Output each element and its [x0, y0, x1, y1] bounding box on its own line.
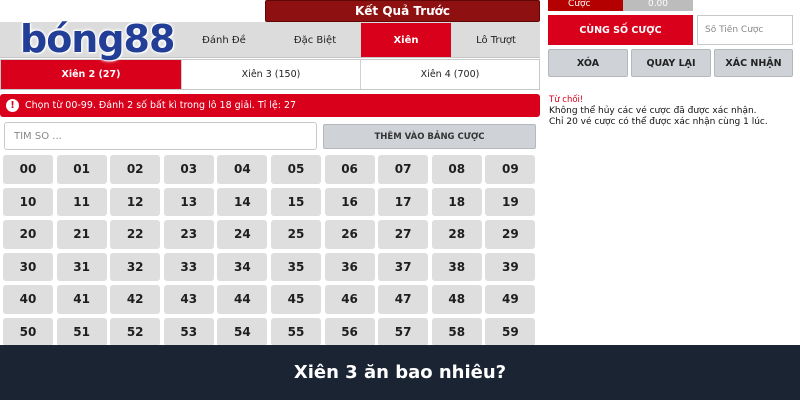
- number-cell[interactable]: 58: [431, 317, 482, 346]
- number-cell[interactable]: 16: [324, 187, 375, 216]
- number-grid: 00 01 02 03 04 05 06 07 08 09 10 11 12 13 14 15 16 17 18 19…: [3, 155, 537, 346]
- info-icon: !: [6, 99, 19, 112]
- number-cell[interactable]: 52: [110, 317, 161, 346]
- number-cell[interactable]: 49: [485, 285, 536, 314]
- number-cell[interactable]: 56: [324, 317, 375, 346]
- tab-xien-2[interactable]: Xiên 2 (27): [1, 60, 181, 89]
- number-cell[interactable]: 27: [378, 220, 429, 249]
- rule-info-bar: ! Chọn từ 00-99. Đánh 2 số bất kì trong …: [0, 94, 540, 117]
- number-cell[interactable]: 53: [163, 317, 214, 346]
- reject-title: Từ chối!: [549, 95, 584, 105]
- number-cell[interactable]: 31: [56, 252, 107, 281]
- confirm-button[interactable]: XÁC NHẬN: [714, 49, 793, 77]
- number-cell[interactable]: 10: [3, 187, 53, 216]
- number-cell[interactable]: 40: [3, 285, 53, 314]
- number-cell[interactable]: 48: [431, 285, 482, 314]
- number-cell[interactable]: 08: [431, 155, 482, 184]
- tab-lo-truot[interactable]: Lô Trượt: [452, 23, 540, 57]
- number-cell[interactable]: 55: [270, 317, 321, 346]
- number-cell[interactable]: 01: [56, 155, 107, 184]
- number-cell[interactable]: 28: [431, 220, 482, 249]
- number-cell[interactable]: 46: [324, 285, 375, 314]
- caption-banner: Xiên 3 ăn bao nhiêu?: [0, 345, 800, 400]
- number-cell[interactable]: 47: [378, 285, 429, 314]
- number-cell[interactable]: 07: [378, 155, 429, 184]
- tab-xien-4[interactable]: Xiên 4 (700): [360, 60, 539, 89]
- number-cell[interactable]: 45: [270, 285, 321, 314]
- number-cell[interactable]: 59: [485, 317, 536, 346]
- search-number-input[interactable]: [4, 122, 317, 150]
- bet-panel: Kết Quả Trước bóng88 Đánh Đề Đặc Biệt Xi…: [0, 0, 540, 346]
- number-cell[interactable]: 26: [324, 220, 375, 249]
- number-cell[interactable]: 41: [56, 285, 107, 314]
- number-cell[interactable]: 19: [485, 187, 536, 216]
- number-cell[interactable]: 35: [270, 252, 321, 281]
- previous-results-button[interactable]: Kết Quả Trước: [265, 0, 540, 22]
- number-cell[interactable]: 51: [56, 317, 107, 346]
- number-cell[interactable]: 15: [270, 187, 321, 216]
- number-cell[interactable]: 30: [3, 252, 53, 281]
- number-cell[interactable]: 11: [56, 187, 107, 216]
- number-cell[interactable]: 14: [217, 187, 268, 216]
- number-cell[interactable]: 24: [217, 220, 268, 249]
- number-cell[interactable]: 50: [3, 317, 53, 346]
- number-cell[interactable]: 18: [431, 187, 482, 216]
- tab-danh-de[interactable]: Đánh Đề: [180, 23, 268, 57]
- number-cell[interactable]: 36: [324, 252, 375, 281]
- bet-amount-input[interactable]: [697, 15, 793, 45]
- number-cell[interactable]: 54: [217, 317, 268, 346]
- tab-xien-3[interactable]: Xiên 3 (150): [181, 60, 360, 89]
- number-cell[interactable]: 38: [431, 252, 482, 281]
- number-cell[interactable]: 33: [163, 252, 214, 281]
- number-cell[interactable]: 44: [217, 285, 268, 314]
- delete-button[interactable]: XÓA: [548, 49, 628, 77]
- number-cell[interactable]: 00: [3, 155, 53, 184]
- reject-line-1: Không thể hủy các vé cược đã được xác nh…: [549, 106, 757, 116]
- number-cell[interactable]: 03: [163, 155, 214, 184]
- reject-line-2: Chỉ 20 vé cược có thể được xác nhận cùng…: [549, 117, 768, 127]
- caption-text: Xiên 3 ăn bao nhiêu?: [293, 362, 507, 383]
- bet-total-partial: 0.00: [623, 0, 693, 11]
- number-cell[interactable]: 43: [163, 285, 214, 314]
- back-button[interactable]: QUAY LẠI: [631, 49, 711, 77]
- same-bet-amount-button[interactable]: CÙNG SỐ CƯỢC: [548, 15, 693, 45]
- tab-dac-biet[interactable]: Đặc Biệt: [270, 23, 360, 57]
- number-cell[interactable]: 09: [485, 155, 536, 184]
- number-cell[interactable]: 05: [270, 155, 321, 184]
- tab-xien[interactable]: Xiên: [361, 23, 451, 57]
- add-to-bet-slip-button[interactable]: THÊM VÀO BẢNG CƯỢC: [323, 124, 536, 149]
- number-cell[interactable]: 34: [217, 252, 268, 281]
- number-cell[interactable]: 04: [217, 155, 268, 184]
- xien-sub-tabs: Xiên 2 (27) Xiên 3 (150) Xiên 4 (700): [0, 59, 540, 90]
- number-cell[interactable]: 13: [163, 187, 214, 216]
- number-cell[interactable]: 02: [110, 155, 161, 184]
- number-cell[interactable]: 57: [378, 317, 429, 346]
- number-cell[interactable]: 20: [3, 220, 53, 249]
- number-cell[interactable]: 37: [378, 252, 429, 281]
- number-cell[interactable]: 42: [110, 285, 161, 314]
- number-cell[interactable]: 22: [110, 220, 161, 249]
- rule-info-text: Chọn từ 00-99. Đánh 2 số bất kì trong lô…: [25, 100, 297, 111]
- number-cell[interactable]: 06: [324, 155, 375, 184]
- number-cell[interactable]: 23: [163, 220, 214, 249]
- number-cell[interactable]: 39: [485, 252, 536, 281]
- bet-header-partial: Cược: [548, 0, 623, 11]
- number-cell[interactable]: 21: [56, 220, 107, 249]
- number-cell[interactable]: 12: [110, 187, 161, 216]
- number-cell[interactable]: 25: [270, 220, 321, 249]
- number-cell[interactable]: 32: [110, 252, 161, 281]
- bong88-logo: bóng88: [20, 17, 175, 61]
- number-cell[interactable]: 17: [378, 187, 429, 216]
- number-cell[interactable]: 29: [485, 220, 536, 249]
